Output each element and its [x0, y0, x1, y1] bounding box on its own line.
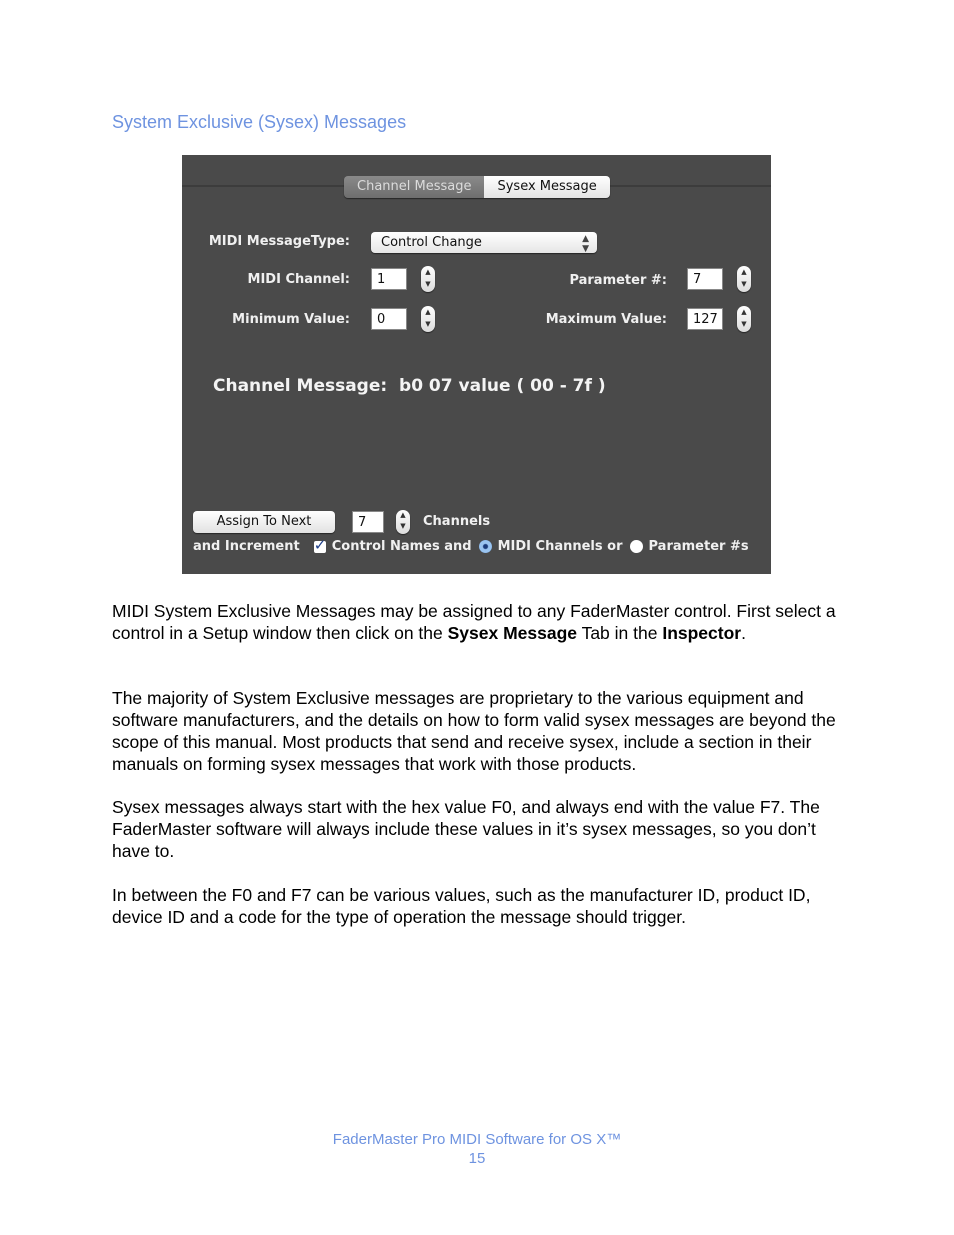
paragraph-proprietary: The majority of System Exclusive message… [112, 688, 836, 774]
message-type-value: Control Change [381, 235, 482, 250]
updown-arrows-icon: ▲ ▼ [582, 234, 589, 254]
assign-count-field[interactable]: 7 [352, 511, 384, 533]
message-type-select[interactable]: Control Change ▲ ▼ [371, 232, 597, 254]
inspector-screenshot: Channel Message Sysex Message MIDI Messa… [182, 155, 771, 574]
midi-channels-label: MIDI Channels or [497, 539, 623, 554]
section-title: System Exclusive (Sysex) Messages [112, 112, 407, 132]
maximum-value-field[interactable]: 127 [687, 308, 723, 330]
midi-channel-stepper[interactable]: ▲ ▼ [421, 266, 435, 292]
parameters-radio[interactable] [629, 540, 643, 553]
paragraph-f0-f7: Sysex messages always start with the hex… [112, 797, 820, 861]
footer-title: FaderMaster Pro MIDI Software for OS X™ [332, 1131, 622, 1148]
inspector-tabs: Channel Message Sysex Message [344, 176, 610, 198]
minimum-value-field[interactable]: 0 [371, 308, 407, 330]
intro-period: . [741, 623, 746, 643]
parameter-stepper[interactable]: ▲ ▼ [737, 266, 751, 292]
maximum-value-label: Maximum Value: [545, 312, 667, 327]
midi-channel-field[interactable]: 1 [371, 268, 407, 290]
intro-text-2: Tab in the [577, 623, 663, 643]
parameter-label: Parameter #: [569, 273, 667, 288]
inspector-emphasis: Inspector [662, 623, 742, 643]
paragraph-intro: MIDI System Exclusive Messages may be as… [112, 600, 852, 644]
tab-sysex-message[interactable]: Sysex Message [484, 176, 610, 198]
channels-label: Channels [423, 514, 491, 529]
minimum-value-label: Minimum Value: [232, 312, 350, 327]
parameter-field[interactable]: 7 [687, 268, 723, 290]
midi-channel-label: MIDI Channel: [247, 272, 350, 287]
and-increment-label: and Increment [193, 539, 300, 554]
page-number: 15 [468, 1150, 486, 1167]
paragraph-in-between: In between the F0 and F7 can be various … [112, 885, 811, 927]
parameters-label: Parameter #s [648, 539, 749, 554]
tab-channel-message[interactable]: Channel Message [344, 176, 485, 198]
increment-options: and Increment Control Names and MIDI Cha… [193, 536, 749, 555]
maximum-value-stepper[interactable]: ▲ ▼ [737, 306, 751, 332]
minimum-value-stepper[interactable]: ▲ ▼ [421, 306, 435, 332]
control-names-label: Control Names and [331, 539, 472, 554]
assign-count-stepper[interactable]: ▲ ▼ [396, 510, 410, 534]
midi-channels-radio[interactable] [478, 540, 492, 553]
control-names-checkbox[interactable] [313, 536, 326, 554]
channel-message-readout: Channel Message: b0 07 value ( 00 - 7f ) [213, 376, 606, 396]
message-type-label: MIDI MessageType: [208, 234, 350, 249]
assign-to-next-button[interactable]: Assign To Next [193, 511, 335, 533]
sysex-message-emphasis: Sysex Message [447, 623, 578, 643]
